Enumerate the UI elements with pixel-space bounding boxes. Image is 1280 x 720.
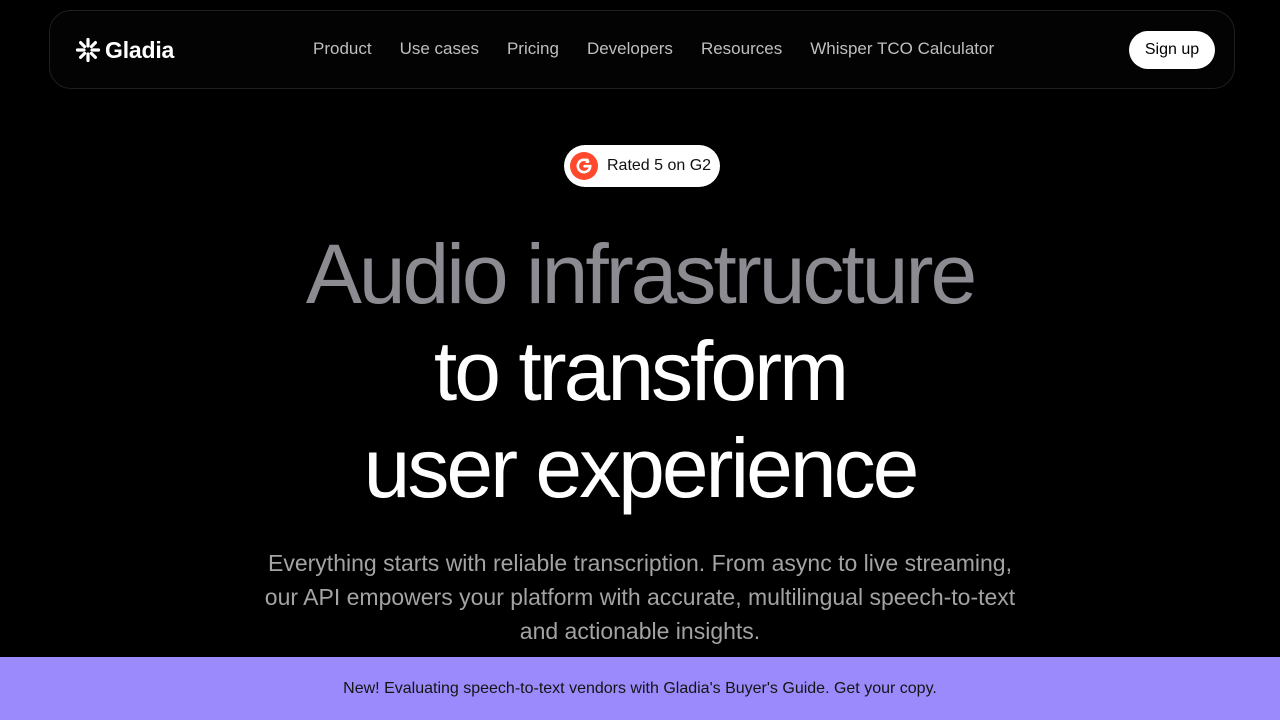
nav-link-pricing[interactable]: Pricing: [507, 39, 559, 59]
nav-link-resources[interactable]: Resources: [701, 39, 782, 59]
sign-up-button[interactable]: Sign up: [1129, 31, 1215, 69]
banner-text: New! Evaluating speech-to-text vendors w…: [343, 679, 937, 697]
hero-title-line-2: to transform: [433, 324, 849, 418]
nav-link-whisper-tco-calculator[interactable]: Whisper TCO Calculator: [810, 39, 994, 59]
nav-link-use-cases[interactable]: Use cases: [400, 39, 479, 59]
hero-title: Audio infrastructure to transform user e…: [0, 226, 1280, 517]
hero-title-line-1: Audio infrastructure: [305, 227, 977, 321]
gladia-logo-icon: [75, 37, 101, 63]
hero-subtitle-line-1: Everything starts with reliable transcri…: [268, 550, 1012, 576]
g2-icon: 2: [570, 152, 598, 180]
hero-subtitle: Everything starts with reliable transcri…: [250, 546, 1030, 648]
badge-text: Rated 5 on G2: [607, 157, 712, 174]
hero-subtitle-line-2: our API empowers your platform with accu…: [264, 584, 1016, 610]
page: Gladia Product Use cases Pricing Develop…: [0, 0, 1280, 720]
gladia-logo[interactable]: Gladia: [75, 35, 174, 65]
nav-link-developers[interactable]: Developers: [587, 39, 673, 59]
nav-links: Product Use cases Pricing Developers Res…: [313, 39, 994, 59]
buyers-guide-banner[interactable]: New! Evaluating speech-to-text vendors w…: [0, 657, 1280, 720]
nav-link-product[interactable]: Product: [313, 39, 372, 59]
logo-text: Gladia: [105, 36, 175, 63]
top-navigation: Gladia Product Use cases Pricing Develop…: [49, 10, 1235, 89]
hero-subtitle-line-3: and actionable insights.: [519, 618, 761, 644]
svg-text:2: 2: [585, 158, 589, 165]
hero-title-line-3: user experience: [363, 421, 920, 515]
g2-rating-badge[interactable]: 2 Rated 5 on G2: [564, 145, 720, 187]
